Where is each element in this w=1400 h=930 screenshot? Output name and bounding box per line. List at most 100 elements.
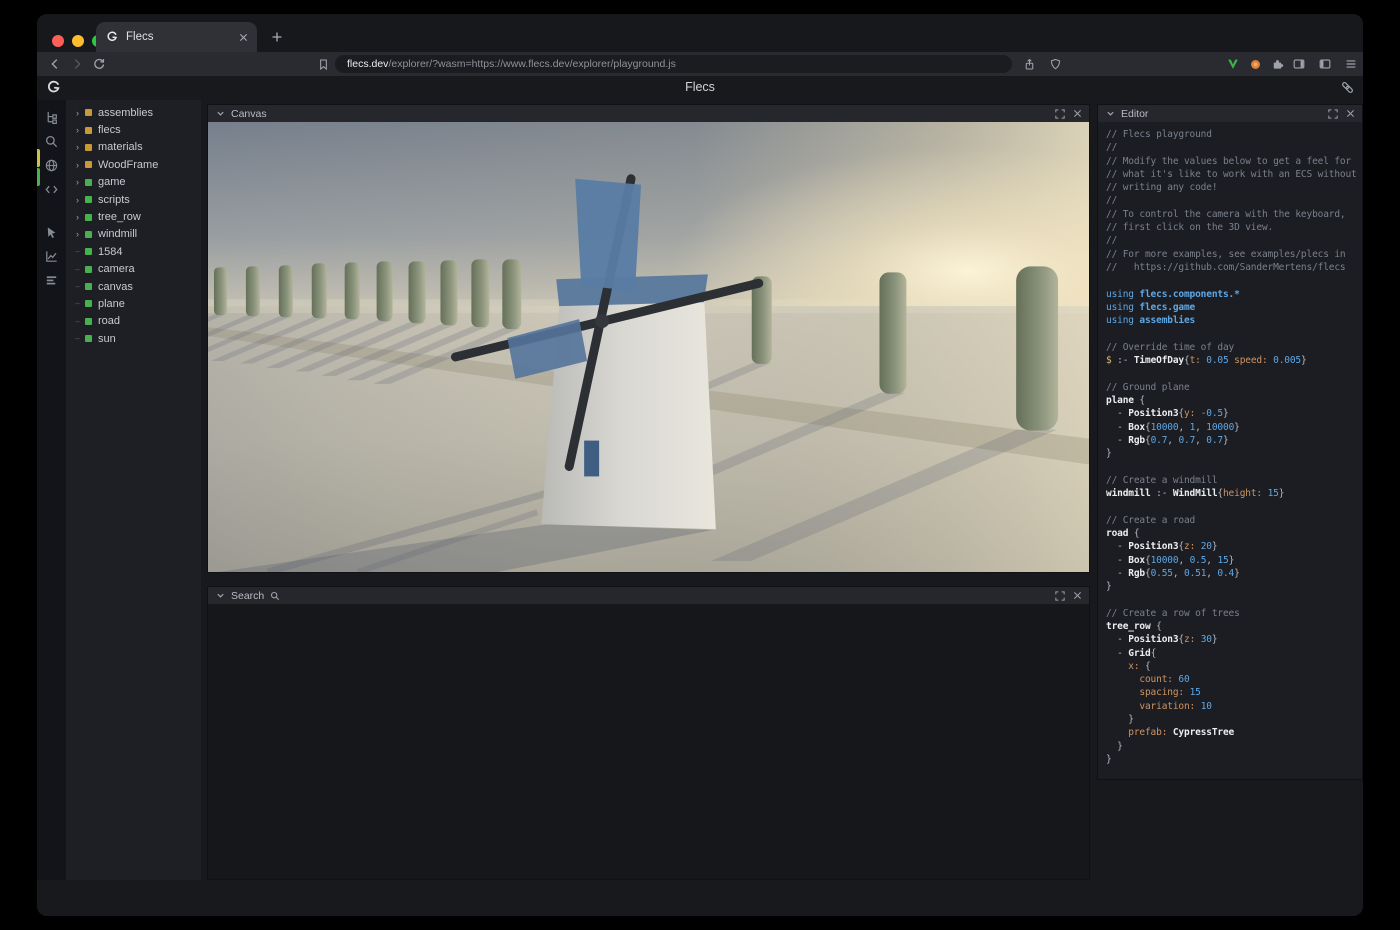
back-button[interactable] (45, 54, 65, 74)
share-link-icon[interactable] (1340, 80, 1355, 95)
page-header: Flecs (37, 76, 1363, 100)
chevron-down-icon[interactable] (1104, 108, 1116, 120)
tree-item-label: materials (98, 141, 143, 153)
tree-item-label: canvas (98, 281, 133, 293)
tree-item-label: sun (98, 333, 116, 345)
browser-tab[interactable]: Flecs (96, 22, 257, 52)
tree-item[interactable]: ›assemblies (66, 104, 201, 121)
address-bar[interactable]: flecs.dev/explorer/?wasm=https://www.fle… (335, 55, 1012, 73)
inspector-icon[interactable] (43, 224, 60, 241)
tree-item[interactable]: ›flecs (66, 121, 201, 138)
code-line: - Grid{ (1106, 647, 1362, 660)
desktop-background: Flecs flecs.dev/ex (0, 0, 1400, 930)
expand-arrow-icon[interactable]: › (72, 195, 83, 205)
bookmarks-panel-icon[interactable] (1315, 54, 1335, 74)
globe-icon[interactable] (43, 157, 60, 174)
close-panel-icon[interactable] (1071, 108, 1083, 120)
minimize-window-button[interactable] (72, 35, 84, 47)
code-line: - Rgb{0.55, 0.51, 0.4} (1106, 567, 1362, 580)
code-line: // For more examples, see examples/plecs… (1106, 248, 1362, 261)
tree-item[interactable]: › WoodFrame (66, 156, 201, 173)
code-line (1106, 274, 1362, 287)
tree-item[interactable]: › game (66, 174, 201, 191)
browser-tab-bar: Flecs (37, 14, 1363, 52)
forward-button[interactable] (67, 54, 87, 74)
fullscreen-icon[interactable] (1054, 108, 1066, 120)
editor-code[interactable]: // Flecs playground//// Modify the value… (1098, 122, 1362, 779)
code-line: } (1106, 713, 1362, 726)
shield-icon[interactable] (1045, 54, 1065, 74)
tree-item[interactable]: ›scripts (66, 191, 201, 208)
chevron-down-icon[interactable] (214, 108, 226, 120)
share-icon[interactable] (1019, 54, 1039, 74)
tree-item[interactable]: –road (66, 313, 201, 330)
entity-color-swatch (85, 109, 92, 116)
code-panel-icon[interactable] (43, 181, 60, 198)
code-line (1106, 327, 1362, 340)
entity-tree-panel: ›assemblies›flecs›materials›WoodFrame›ga… (66, 100, 201, 880)
code-line: variation: 10 (1106, 700, 1362, 713)
chevron-down-icon[interactable] (214, 590, 226, 602)
stats-chart-icon[interactable] (43, 248, 60, 265)
new-tab-button[interactable] (267, 27, 287, 47)
expand-arrow-icon[interactable]: › (72, 142, 83, 152)
reload-button[interactable] (89, 54, 109, 74)
browser-window: Flecs flecs.dev/ex (37, 14, 1363, 916)
bookmark-icon[interactable] (313, 54, 333, 74)
expand-arrow-icon[interactable]: › (72, 229, 83, 239)
code-line: - Box{10000, 1, 10000} (1106, 421, 1362, 434)
canvas-panel-title: Canvas (231, 108, 267, 120)
tree-item[interactable]: – sun (66, 330, 201, 347)
memory-bars-icon[interactable] (43, 272, 60, 289)
entity-tree: ›assemblies›flecs›materials›WoodFrame›ga… (66, 104, 201, 347)
code-line: // To control the camera with the keyboa… (1106, 208, 1362, 221)
url-host: flecs.dev (347, 58, 388, 70)
leaf-dash-icon: – (72, 265, 83, 274)
code-line: - Position3{z: 30} (1106, 633, 1362, 646)
v-extension-icon[interactable] (1223, 54, 1243, 74)
3d-viewport[interactable] (208, 122, 1089, 572)
tab-title: Flecs (126, 31, 232, 43)
tree-item[interactable]: ›tree_row (66, 208, 201, 225)
search-results-area[interactable] (208, 604, 1089, 879)
expand-arrow-icon[interactable]: › (72, 160, 83, 170)
close-panel-icon[interactable] (1071, 590, 1083, 602)
icon-sidebar (37, 100, 66, 880)
code-line: spacing: 15 (1106, 686, 1362, 699)
code-line: } (1106, 753, 1362, 766)
search-panel-title: Search (231, 590, 264, 602)
fullscreen-icon[interactable] (1054, 590, 1066, 602)
close-panel-icon[interactable] (1344, 108, 1356, 120)
leaf-dash-icon: – (72, 299, 83, 308)
leaf-dash-icon: – (72, 334, 83, 343)
expand-arrow-icon[interactable]: › (72, 177, 83, 187)
side-panel-icon[interactable] (1289, 54, 1309, 74)
code-line: using flecs.components.* (1106, 288, 1362, 301)
tree-item-label: game (98, 176, 126, 188)
leaf-dash-icon: – (72, 247, 83, 256)
extensions-puzzle-icon[interactable] (1267, 54, 1287, 74)
tree-item[interactable]: ›windmill (66, 226, 201, 243)
tree-item[interactable]: –camera (66, 261, 201, 278)
tree-item[interactable]: –1584 (66, 243, 201, 260)
tree-item[interactable]: –plane (66, 295, 201, 312)
tree-item[interactable]: › materials (66, 139, 201, 156)
tab-close-icon[interactable] (239, 33, 248, 42)
expand-arrow-icon[interactable]: › (72, 125, 83, 135)
code-line: $ :- TimeOfDay{t: 0.05 speed: 0.005} (1106, 354, 1362, 367)
code-line: - Position3{z: 20} (1106, 540, 1362, 553)
expand-arrow-icon[interactable]: › (72, 108, 83, 118)
code-line: // (1106, 234, 1362, 247)
expand-arrow-icon[interactable]: › (72, 212, 83, 222)
entity-tree-icon[interactable] (43, 109, 60, 126)
tree-item-label: WoodFrame (98, 159, 158, 171)
fullscreen-icon[interactable] (1327, 108, 1339, 120)
menu-icon[interactable] (1341, 54, 1361, 74)
orange-extension-icon[interactable] (1245, 54, 1265, 74)
code-line: // (1106, 194, 1362, 207)
active-indicator-yellow (37, 149, 40, 167)
close-window-button[interactable] (52, 35, 64, 47)
tree-item[interactable]: –canvas (66, 278, 201, 295)
search-panel-icon[interactable] (43, 133, 60, 150)
search-panel-header: Search (208, 587, 1089, 604)
